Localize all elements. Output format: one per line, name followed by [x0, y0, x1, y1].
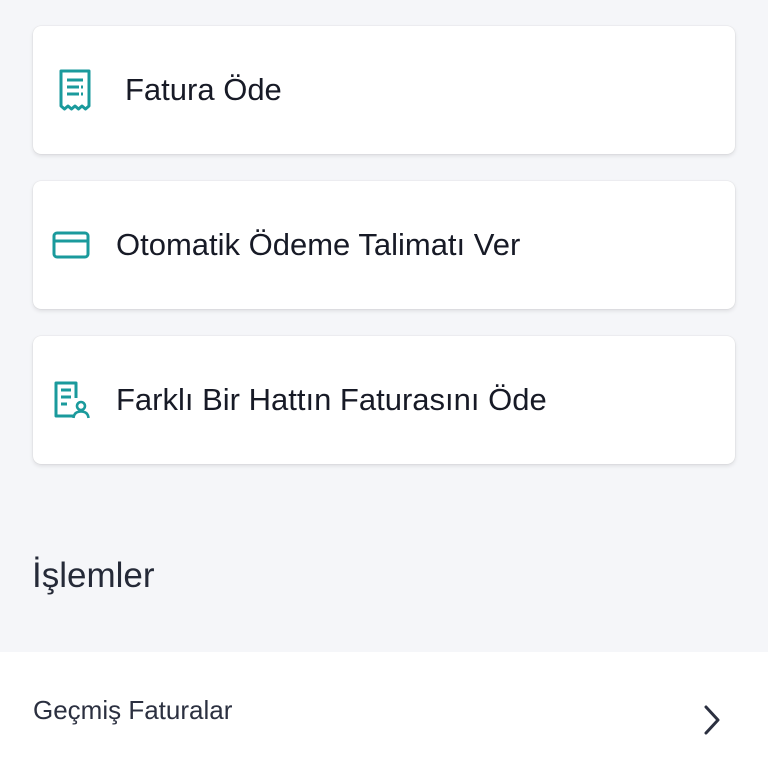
- transactions-list: Geçmiş Faturalar: [0, 652, 768, 768]
- section-title: İşlemler: [32, 556, 155, 595]
- list-item-label: Geçmiş Faturalar: [33, 694, 233, 725]
- bill-person-icon: [51, 380, 91, 420]
- chevron-right-icon: [700, 704, 724, 736]
- receipt-icon: [55, 69, 95, 111]
- pay-bill-card[interactable]: Fatura Öde: [33, 26, 735, 154]
- page: Fatura Öde Otomatik Ödeme Talimatı Ver F…: [0, 0, 768, 768]
- auto-payment-card[interactable]: Otomatik Ödeme Talimatı Ver: [33, 181, 735, 309]
- pay-other-line-card[interactable]: Farklı Bir Hattın Faturasını Öde: [33, 336, 735, 464]
- pay-other-line-label: Farklı Bir Hattın Faturasını Öde: [116, 382, 547, 417]
- pay-bill-label: Fatura Öde: [125, 72, 282, 107]
- auto-payment-label: Otomatik Ödeme Talimatı Ver: [116, 227, 521, 262]
- list-item-past-bills[interactable]: Geçmiş Faturalar: [0, 652, 768, 768]
- credit-card-icon: [51, 225, 91, 265]
